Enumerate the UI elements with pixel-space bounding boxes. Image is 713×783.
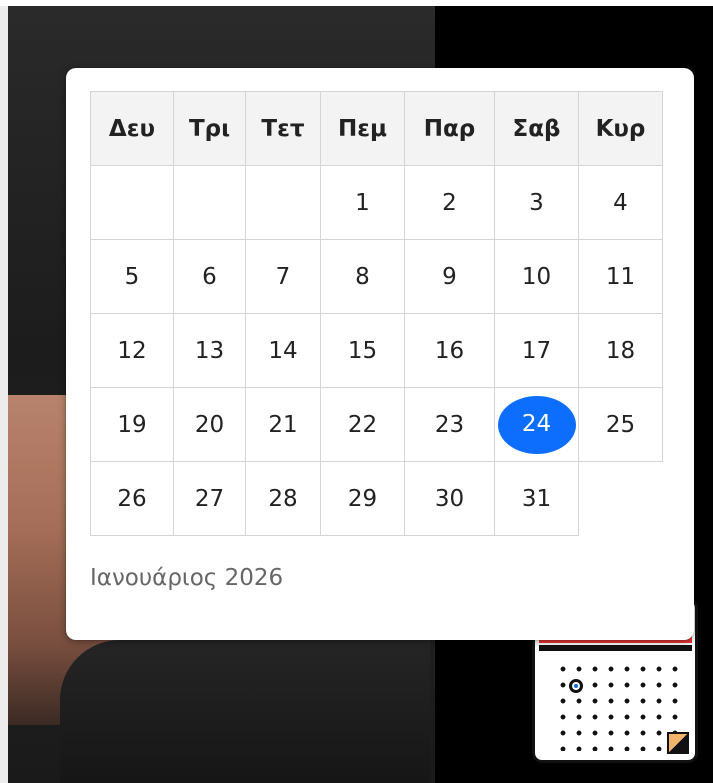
- calendar-icon-corner: [667, 732, 689, 754]
- day-number: 5: [124, 263, 140, 290]
- day-cell[interactable]: 28: [245, 461, 321, 536]
- day-number: 28: [268, 485, 298, 512]
- day-cell[interactable]: 14: [245, 313, 321, 388]
- day-cell[interactable]: 22: [320, 387, 405, 462]
- day-number: 1: [355, 189, 370, 216]
- day-number: 11: [605, 263, 636, 290]
- day-number: 27: [194, 485, 225, 512]
- day-cell[interactable]: 10: [494, 239, 579, 314]
- background-left-edge: [0, 6, 8, 783]
- day-number: 6: [202, 263, 217, 290]
- day-number: 30: [434, 485, 465, 512]
- weekday-header: Παρ: [404, 91, 495, 166]
- day-number: 18: [605, 337, 636, 364]
- day-number: 22: [347, 411, 378, 438]
- day-number: 10: [521, 263, 552, 290]
- day-number: 20: [194, 411, 225, 438]
- calendar-icon-dots: [555, 661, 685, 751]
- day-cell[interactable]: 11: [578, 239, 663, 314]
- weekday-header: Κυρ: [578, 91, 663, 166]
- day-number: 19: [117, 411, 147, 438]
- day-cell[interactable]: 12: [90, 313, 174, 388]
- calendar-icon-marker: [569, 679, 583, 693]
- day-cell[interactable]: 7: [245, 239, 321, 314]
- calendar-icon-bar: [539, 645, 692, 651]
- day-number: 12: [117, 337, 147, 364]
- day-number: 9: [442, 263, 457, 290]
- day-number: 16: [434, 337, 465, 364]
- day-cell[interactable]: 6: [173, 239, 246, 314]
- weekday-header: Δευ: [90, 91, 174, 166]
- weekday-header: Σαβ: [494, 91, 579, 166]
- day-cell[interactable]: 9: [404, 239, 495, 314]
- week-row: 1 2 3 4: [90, 165, 663, 240]
- day-number: 2: [442, 189, 457, 216]
- day-cell[interactable]: 4: [578, 165, 663, 240]
- day-number: 8: [355, 263, 370, 290]
- day-cell[interactable]: 29: [320, 461, 405, 536]
- month-year-label: Ιανουάριος 2026: [90, 565, 284, 591]
- day-number: 13: [194, 337, 225, 364]
- week-row: 19 20 21 22 23 24 25: [90, 387, 663, 462]
- weekday-header: Πεμ: [320, 91, 405, 166]
- day-cell[interactable]: 13: [173, 313, 246, 388]
- calendar-grid: Δευ Τρι Τετ Πεμ Παρ Σαβ Κυρ 1 2 3 4 5 6: [90, 91, 663, 536]
- week-row: 12 13 14 15 16 17 18: [90, 313, 663, 388]
- day-cell[interactable]: 17: [494, 313, 579, 388]
- day-number: 25: [605, 411, 636, 438]
- day-number: 14: [268, 337, 298, 364]
- day-cell[interactable]: 31: [494, 461, 579, 536]
- day-number: 17: [521, 337, 552, 364]
- selected-day-number: 24: [497, 395, 576, 454]
- day-cell[interactable]: 2: [404, 165, 495, 240]
- day-cell[interactable]: 8: [320, 239, 405, 314]
- day-cell[interactable]: 27: [173, 461, 246, 536]
- day-cell[interactable]: 16: [404, 313, 495, 388]
- weekday-header-row: Δευ Τρι Τετ Πεμ Παρ Σαβ Κυρ: [90, 91, 663, 166]
- selected-day-cell[interactable]: 24: [494, 387, 579, 462]
- day-cell[interactable]: 25: [578, 387, 663, 462]
- day-number: 21: [268, 411, 298, 438]
- day-number: 3: [529, 189, 544, 216]
- week-row: 26 27 28 29 30 31: [90, 461, 663, 536]
- week-row: 5 6 7 8 9 10 11: [90, 239, 663, 314]
- day-cell[interactable]: 1: [320, 165, 405, 240]
- empty-day-cell: [173, 165, 246, 240]
- day-number: 29: [347, 485, 378, 512]
- empty-day-cell: [579, 462, 663, 536]
- day-cell[interactable]: 20: [173, 387, 246, 462]
- empty-day-cell: [245, 165, 321, 240]
- day-number: 23: [434, 411, 465, 438]
- weekday-header: Τρι: [173, 91, 246, 166]
- day-number: 26: [117, 485, 147, 512]
- day-cell[interactable]: 21: [245, 387, 321, 462]
- day-number: 4: [613, 189, 628, 216]
- day-cell[interactable]: 26: [90, 461, 174, 536]
- day-cell[interactable]: 3: [494, 165, 579, 240]
- day-cell[interactable]: 5: [90, 239, 174, 314]
- day-cell[interactable]: 18: [578, 313, 663, 388]
- day-number: 31: [521, 485, 552, 512]
- empty-day-cell: [90, 165, 174, 240]
- day-cell[interactable]: 30: [404, 461, 495, 536]
- day-number: 7: [275, 263, 291, 290]
- day-number: 15: [347, 337, 378, 364]
- background-sleeve: [60, 640, 430, 783]
- day-cell[interactable]: 19: [90, 387, 174, 462]
- weekday-header: Τετ: [245, 91, 321, 166]
- date-picker-popup: Δευ Τρι Τετ Πεμ Παρ Σαβ Κυρ 1 2 3 4 5 6: [66, 68, 694, 640]
- day-cell[interactable]: 23: [404, 387, 495, 462]
- day-cell[interactable]: 15: [320, 313, 405, 388]
